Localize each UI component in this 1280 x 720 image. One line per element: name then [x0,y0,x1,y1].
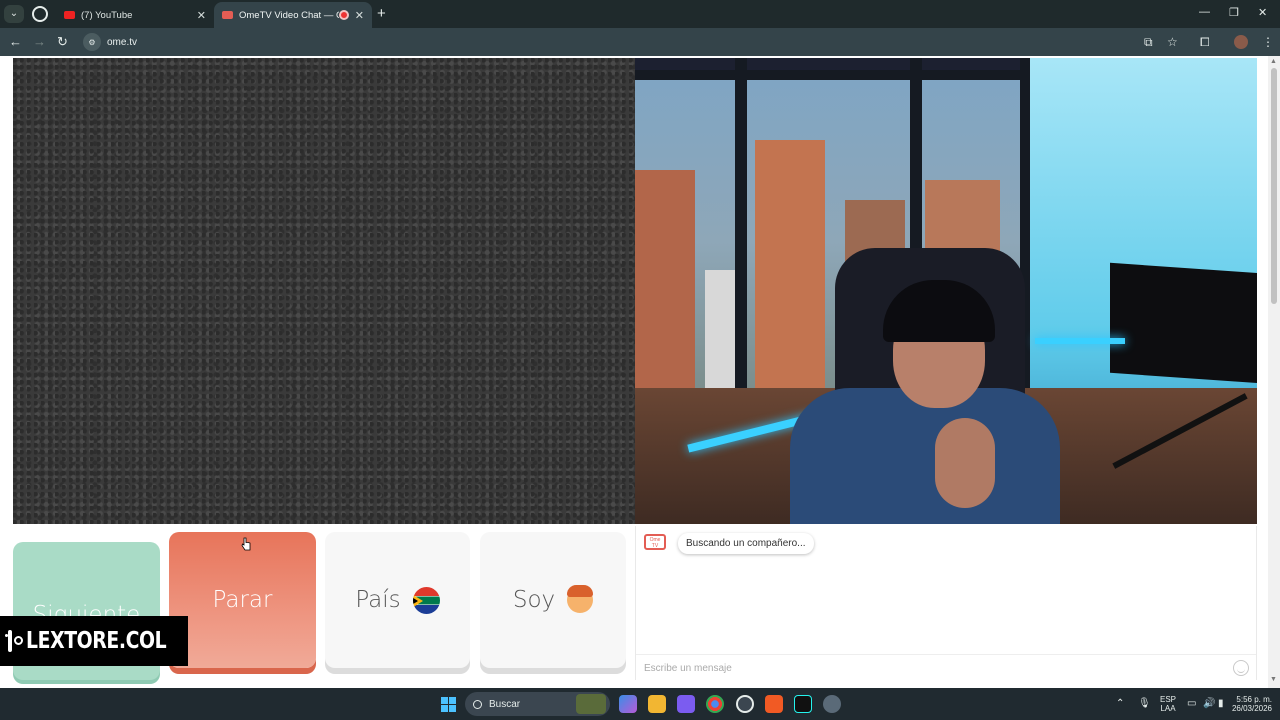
hand-cursor-icon [241,537,251,551]
url-text: ome.tv [107,36,138,48]
network-icon[interactable]: ▭ [1187,698,1196,709]
close-icon[interactable]: ✕ [197,9,206,22]
volume-icon[interactable]: 🔊 [1203,698,1215,709]
instagram-watermark: LEXTORE.COL [0,616,188,666]
lang-line-1: ESP [1159,695,1176,704]
clock[interactable]: 5:56 p. m. 26/03/2026 [1224,695,1272,713]
new-tab-button[interactable]: + [377,5,386,22]
tab-title: (7) YouTube [81,9,133,21]
scroll-down-arrow-icon[interactable]: ▼ [1270,676,1277,683]
brave-icon[interactable] [765,695,783,713]
file-explorer-icon[interactable] [648,695,666,713]
emoji-icon[interactable] [1233,660,1249,676]
watermark-text: LEXTORE.COL [26,628,167,654]
browser-tab-bar: ⌄ (7) YouTube ✕ OmeTV Video Chat — Ome ✕… [0,0,1280,28]
instagram-icon [5,630,23,652]
copilot-icon[interactable] [619,695,637,713]
partner-video-static [13,58,635,524]
country-button-label: País [355,587,401,613]
clock-date: 26/03/2026 [1231,704,1272,713]
windows-taskbar: Buscar ⌃ 🎙 ESP LAA ▭ 🔊 ▮ 5:56 p. m. 26/0… [0,688,1280,720]
self-video [635,58,1257,524]
message-input[interactable] [644,660,1214,676]
microphone-icon[interactable]: 🎙 [1138,698,1151,709]
extensions-icon[interactable]: ⧠ [1200,35,1210,50]
led-strip [1035,338,1125,344]
scroll-up-arrow-icon[interactable]: ▲ [1270,58,1277,65]
ometv-icon [222,11,233,19]
app-icon[interactable] [677,695,695,713]
browser-toolbar: ← → ↻ ⚙ ome.tv ⧉ ☆ ⧠ ⋮ [0,28,1280,56]
bookmark-star-icon[interactable]: ☆ [1167,35,1178,49]
lang-line-2: LAA [1160,704,1176,713]
stop-button-label: Parar [212,587,273,613]
chrome-icon[interactable] [706,695,724,713]
obs-icon[interactable] [736,695,754,713]
person-arm [935,418,995,508]
close-icon[interactable]: ✕ [355,9,364,22]
recording-icon [338,10,349,20]
profile-avatar[interactable] [1234,35,1248,49]
restore-button[interactable]: ❐ [1229,6,1239,19]
chat-panel: Ome TV Buscando un compañero... [635,526,1257,680]
tab-search-button[interactable]: ⌄ [4,5,24,23]
search-highlight-image [576,694,606,714]
boy-emoji-icon [567,585,594,613]
input-language[interactable]: ESP LAA [1158,695,1178,713]
gender-button-label: Soy [512,587,556,613]
stop-button[interactable]: Parar [169,532,316,668]
reload-icon[interactable]: ↻ [57,34,68,50]
search-label: Buscar [489,698,521,710]
minimize-button[interactable]: — [1199,6,1210,18]
chat-input-bar [636,654,1256,680]
tab-title: OmeTV Video Chat — Ome [239,9,339,21]
battery-icon[interactable]: ▮ [1218,698,1224,709]
ometv-logo-icon: Ome TV [644,534,666,550]
youtube-icon [64,11,75,19]
site-info-icon[interactable]: ⚙ [83,33,101,51]
back-icon[interactable]: ← [9,34,22,49]
clock-time: 5:56 p. m. [1236,695,1272,704]
tv-screen [1110,262,1257,384]
country-button[interactable]: País [325,532,470,668]
address-bar[interactable]: ⚙ ome.tv [80,31,1190,53]
windows-start-icon[interactable] [441,697,456,712]
search-icon [473,699,482,709]
gender-button[interactable]: Soy [480,532,626,668]
close-window-button[interactable]: ✕ [1258,6,1267,19]
tiktok-icon[interactable] [794,695,812,713]
ometv-page: Siguiente Parar País Soy Ome TV Buscando… [0,56,1280,688]
south-africa-flag-icon [412,586,440,614]
tab-ometv[interactable]: OmeTV Video Chat — Ome ✕ [214,2,372,28]
person [790,388,1060,524]
cast-icon[interactable]: ⧉ [1144,35,1153,50]
forward-icon[interactable]: → [33,34,46,49]
tray-chevron-icon[interactable]: ⌃ [1116,698,1124,709]
scroll-thumb[interactable] [1271,68,1277,304]
settings-icon[interactable] [823,695,841,713]
status-message: Buscando un compañero... [678,533,814,554]
tab-youtube[interactable]: (7) YouTube ✕ [56,2,214,28]
whatsapp-icon[interactable] [32,6,48,22]
menu-icon[interactable]: ⋮ [1262,35,1274,49]
page-scrollbar[interactable]: ▲ ▼ [1268,56,1280,688]
taskbar-search[interactable]: Buscar [465,692,610,716]
